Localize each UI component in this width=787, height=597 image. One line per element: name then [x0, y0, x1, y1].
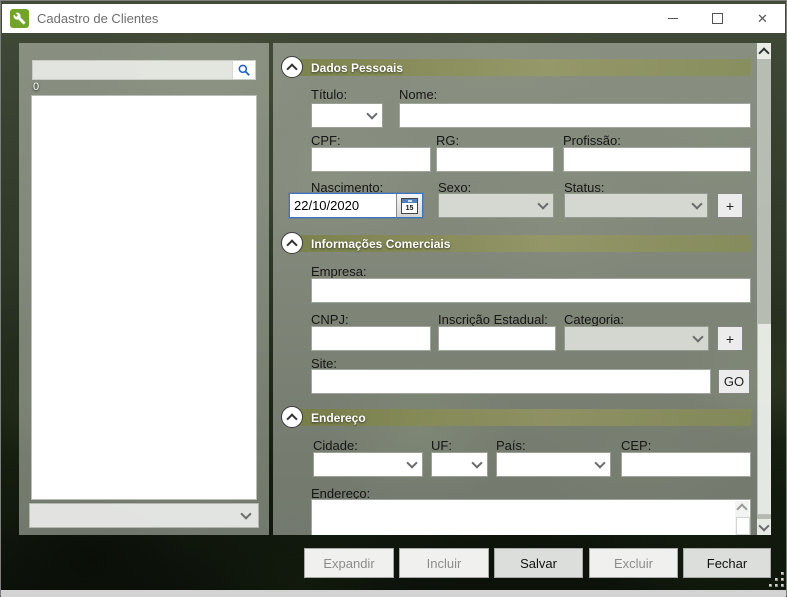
cnpj-input[interactable]	[311, 326, 431, 351]
nascimento-input[interactable]	[290, 194, 396, 217]
chevron-down-icon	[692, 331, 703, 342]
chevron-down-icon	[537, 198, 548, 209]
categoria-dropdown[interactable]	[564, 326, 709, 351]
chevron-down-icon	[691, 198, 702, 209]
cadastro-clientes-window: { "window": { "title": "Cadastro de Clie…	[0, 0, 787, 596]
fechar-button[interactable]: Fechar	[683, 548, 771, 578]
titlebar: Cadastro de Clientes ✕	[2, 4, 785, 33]
calendar-day: 15	[406, 205, 414, 213]
scroll-up-button[interactable]	[757, 43, 771, 59]
calendar-icon: 15	[401, 198, 418, 214]
personal-section-title: Dados Pessoais	[297, 61, 403, 75]
cep-label: CEP:	[621, 438, 651, 453]
minimize-button[interactable]	[650, 4, 695, 33]
nome-label: Nome:	[399, 87, 437, 102]
maximize-icon	[712, 13, 723, 24]
chevron-up-icon	[286, 239, 297, 250]
search-icon	[237, 63, 251, 77]
uf-label: UF:	[431, 438, 452, 453]
chevron-down-icon	[240, 508, 251, 519]
chevron-down-icon	[366, 108, 377, 119]
form-scrollbar[interactable]	[757, 43, 771, 535]
cidade-label: Cidade:	[313, 438, 358, 453]
commercial-section-title: Informações Comerciais	[297, 237, 450, 251]
pais-label: País:	[496, 438, 526, 453]
chevron-up-icon	[736, 503, 747, 514]
rg-label: RG:	[436, 133, 459, 148]
search-input[interactable]	[33, 61, 232, 79]
commercial-section-header: Informações Comerciais	[297, 235, 751, 252]
status-dropdown[interactable]	[564, 193, 708, 218]
window-title: Cadastro de Clientes	[37, 11, 158, 26]
collapse-personal-button[interactable]	[281, 56, 303, 78]
rg-input[interactable]	[436, 147, 554, 172]
chevron-up-icon	[758, 47, 769, 58]
close-button[interactable]: ✕	[740, 4, 785, 33]
address-section-title: Endereço	[297, 411, 366, 425]
client-list-panel: 0	[19, 43, 269, 535]
titulo-label: Título:	[311, 87, 347, 102]
add-categoria-button[interactable]: +	[717, 326, 743, 351]
search-box	[32, 60, 256, 80]
collapse-commercial-button[interactable]	[281, 232, 303, 254]
app-wrench-icon	[10, 9, 29, 28]
inscricao-input[interactable]	[438, 326, 556, 351]
nascimento-datepicker: 15	[289, 193, 423, 218]
pais-dropdown[interactable]	[496, 452, 611, 477]
salvar-button[interactable]: Salvar	[494, 548, 583, 578]
chevron-down-icon	[471, 457, 482, 468]
close-icon: ✕	[757, 12, 768, 25]
profissao-input[interactable]	[563, 147, 751, 172]
chevron-down-icon	[594, 457, 605, 468]
cpf-input[interactable]	[311, 147, 431, 172]
uf-dropdown[interactable]	[431, 452, 488, 477]
resize-grip[interactable]	[765, 572, 787, 590]
titulo-dropdown[interactable]	[311, 103, 383, 128]
cpf-label: CPF:	[311, 133, 341, 148]
scroll-thumb[interactable]	[757, 323, 771, 515]
maximize-button[interactable]	[695, 4, 740, 33]
client-listbox[interactable]	[31, 95, 257, 500]
endereco-scrollbar[interactable]	[735, 501, 749, 535]
collapse-address-button[interactable]	[281, 406, 303, 428]
cnpj-label: CNPJ:	[311, 312, 349, 327]
expandir-button[interactable]: Expandir	[304, 548, 394, 578]
address-section-header: Endereço	[297, 409, 751, 426]
minimize-icon	[668, 18, 678, 19]
categoria-label: Categoria:	[564, 312, 624, 327]
calendar-button[interactable]: 15	[396, 194, 422, 217]
cidade-dropdown[interactable]	[313, 452, 423, 477]
scroll-down-button[interactable]	[757, 519, 771, 535]
site-input[interactable]	[311, 369, 711, 394]
chevron-down-icon	[406, 457, 417, 468]
form-panel: Dados Pessoais Título: Nome: CPF: RG: Pr…	[273, 43, 771, 535]
endereco-scroll-thumb[interactable]	[736, 517, 750, 535]
incluir-button[interactable]: Incluir	[399, 548, 489, 578]
chevron-up-icon	[286, 63, 297, 74]
empresa-label: Empresa:	[311, 264, 367, 279]
personal-section-header: Dados Pessoais	[297, 59, 751, 76]
chevron-up-icon	[286, 413, 297, 424]
nome-input[interactable]	[399, 103, 751, 128]
go-button[interactable]: GO	[718, 369, 750, 394]
cep-input[interactable]	[621, 452, 751, 477]
endereco-textarea[interactable]	[312, 500, 739, 535]
sexo-dropdown[interactable]	[438, 193, 554, 218]
excluir-button[interactable]: Excluir	[589, 548, 678, 578]
chevron-down-icon	[758, 520, 769, 531]
result-count: 0	[33, 81, 39, 93]
profissao-label: Profissão:	[563, 133, 621, 148]
add-status-button[interactable]: +	[717, 193, 743, 218]
endereco-textarea-wrap	[311, 499, 751, 535]
empresa-input[interactable]	[311, 278, 751, 303]
inscricao-label: Inscrição Estadual:	[438, 312, 548, 327]
list-filter-dropdown[interactable]	[29, 503, 259, 528]
search-button[interactable]	[232, 61, 255, 79]
